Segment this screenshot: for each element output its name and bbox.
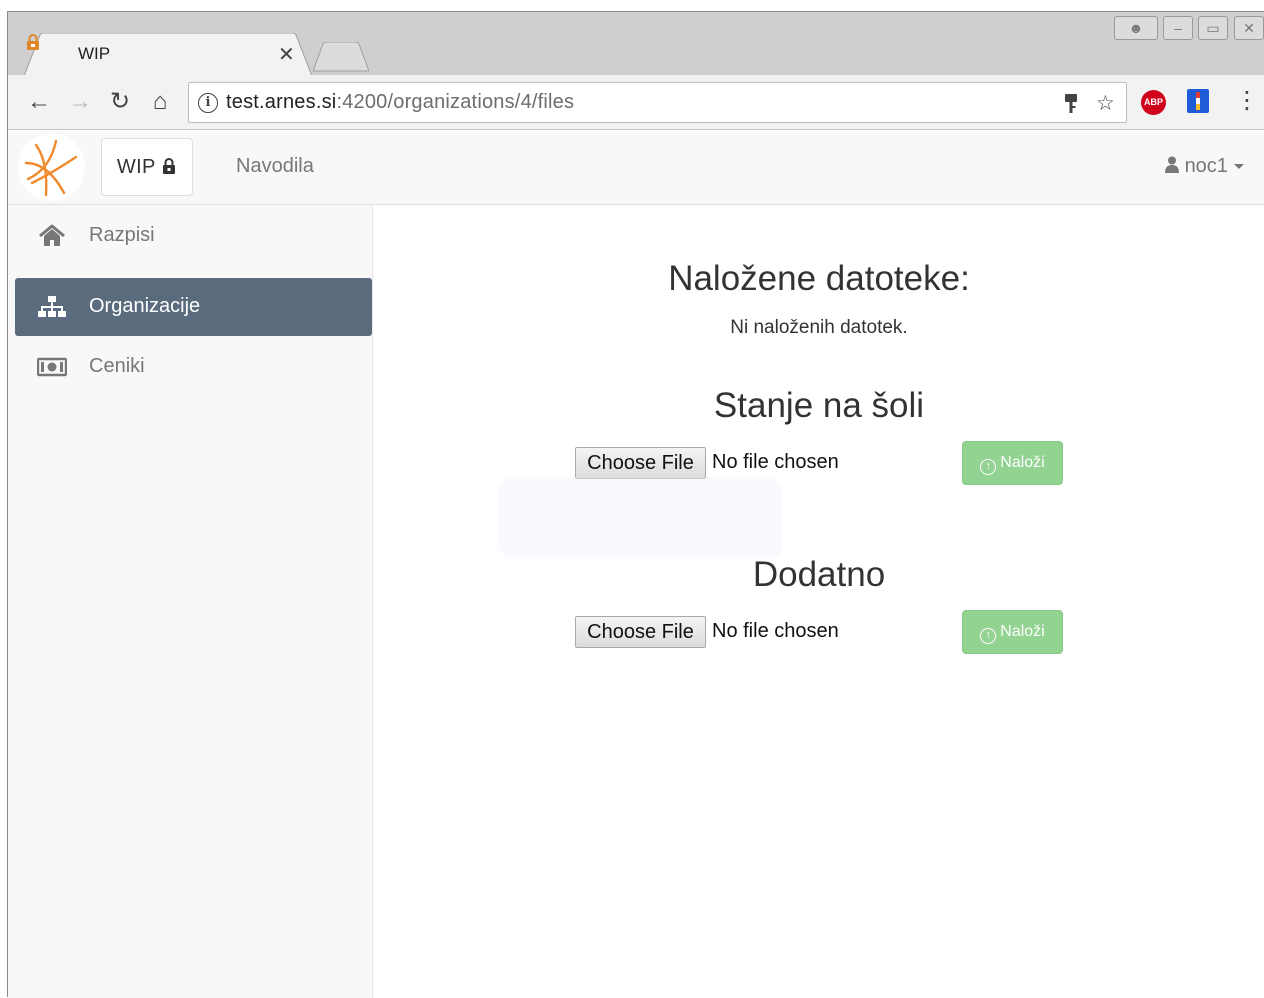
address-bar[interactable]: i test.arnes.si:4200/organizations/4/fil… [188,82,1127,123]
uploaded-files-heading: Naložene datoteke: [668,259,970,298]
user-icon [1165,156,1179,173]
section-title-dodatno: Dodatno [752,555,886,594]
choose-file-button[interactable]: Choose File [575,616,706,648]
file-status: No file chosen [712,620,839,642]
info-icon[interactable]: i [198,93,218,113]
browser-window: WIP ✕ ☻ – ▭ ✕ ← → ↻ ⌂ i test.arnes.si:42… [7,11,1264,998]
new-tab-button[interactable] [313,42,369,72]
lock-icon [163,158,176,174]
app-navbar: WIP Navodila noc1 [8,131,1264,205]
tab-title: WIP [78,44,111,63]
empty-message: Ni naloženih datotek. [730,317,908,338]
reload-icon[interactable]: ↻ [106,88,134,116]
sidebar-item-organizacije[interactable]: Organizacije [15,278,372,336]
drag-ghost [498,477,783,559]
menu-icon[interactable]: ⋮ [1235,89,1259,115]
sidebar-item-razpisi[interactable]: Razpisi [15,207,372,265]
section-title-stanje: Stanje na šoli [713,386,925,425]
profile-icon[interactable]: ☻ [1114,16,1158,40]
user-menu[interactable]: noc1 [1165,155,1244,178]
caret-down-icon [1233,164,1244,170]
close-window-icon[interactable]: ✕ [1234,16,1264,40]
main-content: Naložene datoteke: Ni naloženih datotek.… [373,205,1264,998]
extension-icon[interactable] [1187,89,1209,113]
file-status: No file chosen [712,451,839,473]
money-icon [37,357,67,377]
minimize-icon[interactable]: – [1163,16,1193,40]
logo[interactable] [18,133,85,201]
sidebar-item-ceniki[interactable]: Ceniki [15,338,372,396]
forward-icon[interactable]: → [66,88,94,116]
back-icon[interactable]: ← [25,88,53,116]
file-upload-row: Choose File No file chosen ↑ Naloži [575,610,1075,654]
lock-icon [27,34,39,50]
brand-button[interactable]: WIP [101,138,193,196]
upload-icon: ↑ [980,628,997,644]
star-icon[interactable]: ☆ [1096,91,1115,116]
nav-link-navodila[interactable]: Navodila [236,155,314,178]
sidebar: Razpisi Organizacije Ceniki [8,205,373,998]
upload-button[interactable]: ↑ Naloži [962,441,1063,485]
browser-toolbar: ← → ↻ ⌂ i test.arnes.si:4200/organizatio… [8,75,1264,130]
adblock-icon[interactable]: ABP [1141,90,1166,115]
sidebar-item-label: Razpisi [89,224,155,246]
choose-file-button[interactable]: Choose File [575,447,706,479]
tab-strip: WIP ✕ ☻ – ▭ ✕ [8,12,1264,76]
browser-tab[interactable]: WIP ✕ [24,33,312,76]
user-name: noc1 [1184,155,1228,177]
close-icon[interactable]: ✕ [278,42,295,67]
key-icon[interactable] [1063,93,1079,115]
url-text[interactable]: test.arnes.si:4200/organizations/4/files [226,91,574,114]
sidebar-item-label: Ceniki [89,355,145,377]
upload-button[interactable]: ↑ Naloži [962,610,1063,654]
home-icon [39,224,65,246]
home-icon[interactable]: ⌂ [146,88,174,116]
maximize-icon[interactable]: ▭ [1198,16,1228,40]
sitemap-icon [38,296,66,317]
upload-icon: ↑ [980,459,997,475]
sidebar-item-label: Organizacije [89,295,201,317]
